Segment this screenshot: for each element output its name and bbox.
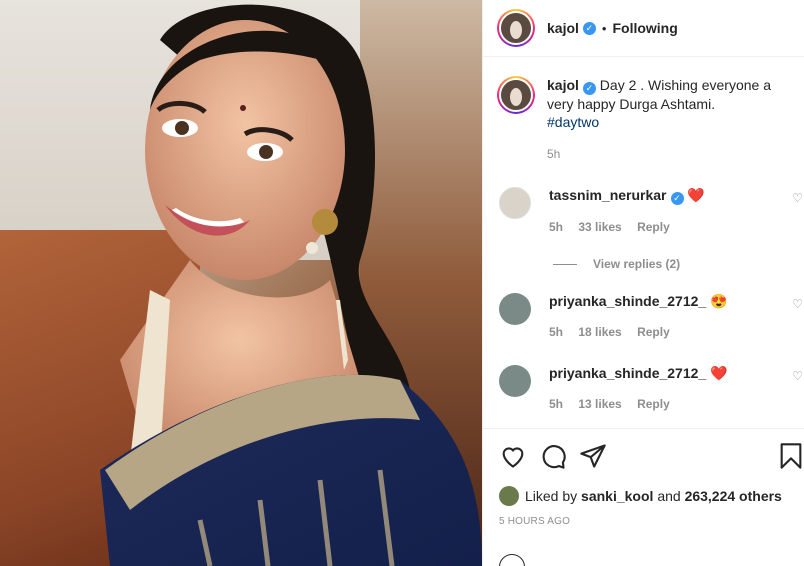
verified-badge-icon: ✓ — [582, 82, 596, 95]
comment-text: ❤️ — [687, 187, 705, 203]
commenter-username[interactable]: priyanka_shinde_2712_ — [549, 365, 706, 381]
comment-like-heart-icon[interactable]: ♡ — [792, 191, 803, 205]
comment-like-heart-icon[interactable]: ♡ — [792, 297, 803, 311]
verified-badge-icon: ✓ — [582, 21, 596, 35]
commenter-avatar[interactable] — [499, 187, 531, 219]
heart-icon[interactable] — [499, 442, 527, 470]
liker-avatar[interactable] — [499, 486, 519, 506]
caption-text: Day 2 . Wishing everyone a very happy Du… — [547, 77, 771, 112]
verified-badge-icon: ✓ — [670, 192, 684, 205]
comment-likes[interactable]: 18 likes — [578, 325, 621, 339]
comment-time[interactable]: 5h — [549, 220, 563, 234]
portrait-illustration — [100, 4, 482, 566]
commenter-avatar[interactable] — [499, 293, 531, 325]
likes-and: and — [657, 488, 681, 504]
reply-button[interactable]: Reply — [637, 397, 670, 411]
comment-text: 😍 — [710, 293, 728, 309]
comment-likes[interactable]: 33 likes — [578, 220, 621, 234]
likes-count[interactable]: 263,224 others — [685, 488, 782, 504]
comment-like-heart-icon[interactable]: ♡ — [792, 369, 803, 383]
comment-likes[interactable]: 13 likes — [578, 397, 621, 411]
comment-time[interactable]: 5h — [549, 397, 563, 411]
view-replies-label: View replies (2) — [593, 257, 681, 271]
author-avatar[interactable] — [497, 9, 535, 47]
likes-summary: Liked by sanki_kool and 263,224 others — [499, 486, 782, 506]
comment-text: ❤️ — [710, 365, 728, 381]
view-replies-button[interactable]: View replies (2) — [553, 257, 680, 271]
caption-username[interactable]: kajol — [547, 77, 579, 93]
bookmark-icon[interactable] — [777, 442, 804, 470]
post-timestamp[interactable]: 5 HOURS AGO — [499, 516, 570, 527]
author-username[interactable]: kajol — [547, 20, 579, 36]
commenter-username[interactable]: tassnim_nerurkar — [549, 187, 667, 203]
post-header: kajol ✓ • Following — [483, 0, 804, 57]
commenter-username[interactable]: priyanka_shinde_2712_ — [549, 293, 706, 309]
reply-button[interactable]: Reply — [637, 220, 670, 234]
caption-author-avatar[interactable] — [497, 76, 535, 114]
post-sidebar: kajol ✓ • Following kajol ✓ Day 2 . Wishi… — [482, 0, 804, 566]
post-photo[interactable] — [0, 0, 482, 566]
caption-hashtag[interactable]: #daytwo — [547, 114, 599, 130]
likes-prefix: Liked by — [525, 488, 578, 504]
share-icon[interactable] — [579, 442, 607, 470]
following-button[interactable]: Following — [612, 20, 677, 36]
replies-line-divider — [553, 263, 577, 265]
separator-dot: • — [601, 20, 607, 36]
comment-item: priyanka_shinde_2712_ ❤️ 5h 13 likes Rep… — [499, 365, 804, 411]
liker-username[interactable]: sanki_kool — [581, 488, 653, 504]
comment-time[interactable]: 5h — [549, 325, 563, 339]
caption-time[interactable]: 5h — [547, 145, 797, 163]
post-caption: kajol ✓ Day 2 . Wishing everyone a very h… — [497, 76, 797, 163]
reply-button[interactable]: Reply — [637, 325, 670, 339]
post-actions-bar — [483, 428, 804, 484]
comment-icon[interactable] — [539, 442, 567, 470]
emoji-icon[interactable] — [499, 554, 525, 566]
comment-item: priyanka_shinde_2712_ 😍 5h 18 likes Repl… — [499, 293, 804, 339]
commenter-avatar[interactable] — [499, 365, 531, 397]
comment-item: tassnim_nerurkar ✓ ❤️ 5h 33 likes Reply ♡ — [499, 187, 804, 234]
